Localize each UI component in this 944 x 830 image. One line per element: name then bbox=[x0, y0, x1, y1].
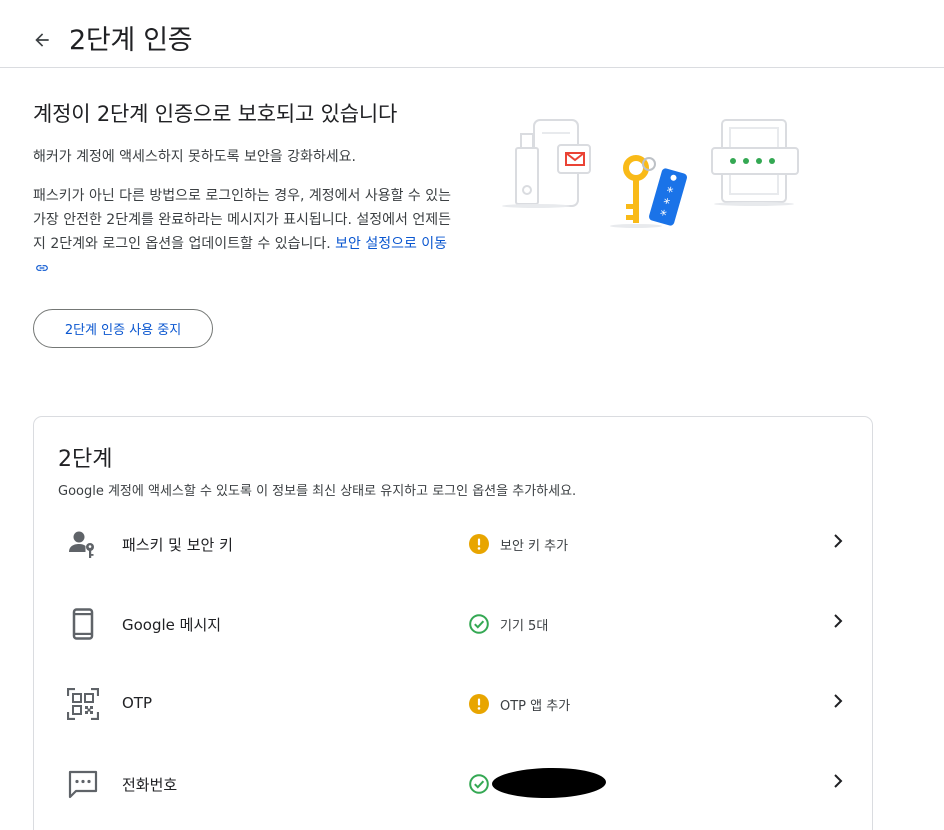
qr-code-icon bbox=[67, 688, 99, 720]
chevron-right-icon bbox=[834, 694, 843, 708]
phone-number-label: 전화번호 bbox=[122, 776, 178, 794]
phone-icon bbox=[72, 608, 94, 640]
google-messages-row[interactable]: Google 메시지 기기 5대 bbox=[34, 585, 872, 665]
check-circle-icon bbox=[469, 774, 489, 794]
passkeys-label: 패스키 및 보안 키 bbox=[122, 536, 233, 554]
check-circle-icon bbox=[469, 614, 489, 634]
back-button[interactable] bbox=[28, 26, 56, 54]
chevron-right-icon bbox=[834, 614, 843, 628]
card-description: Google 계정에 액세스할 수 있도록 이 정보를 최신 상태로 유지하고 … bbox=[58, 484, 577, 499]
otp-label: OTP bbox=[122, 694, 153, 712]
usb-key-illustration bbox=[515, 147, 539, 205]
status-subtitle: 해커가 계정에 액세스하지 못하도록 보안을 강화하세요. bbox=[33, 149, 356, 165]
phone-number-row[interactable]: 전화번호 bbox=[34, 745, 872, 825]
turn-off-2sv-button[interactable]: 2단계 인증 사용 중지 bbox=[33, 309, 213, 348]
passkeys-status: 보안 키 추가 bbox=[500, 539, 569, 554]
status-heading: 계정이 2단계 인증으로 보호되고 있습니다 bbox=[33, 102, 398, 126]
chevron-right-icon bbox=[834, 534, 843, 548]
google-messages-status: 기기 5대 bbox=[500, 619, 549, 634]
google-messages-label: Google 메시지 bbox=[122, 616, 222, 634]
password-tag-illustration: * * * bbox=[649, 168, 687, 226]
warning-icon bbox=[469, 694, 489, 714]
redacted-phone-number bbox=[491, 767, 607, 799]
security-illustration: * * * bbox=[502, 119, 799, 228]
page-title: 2단계 인증 bbox=[69, 25, 193, 56]
back-arrow-icon bbox=[35, 33, 49, 47]
second-steps-card: 2단계 Google 계정에 액세스할 수 있도록 이 정보를 최신 상태로 유… bbox=[33, 416, 873, 830]
status-description: 패스키가 아닌 다른 방법으로 로그인하는 경우, 계정에서 사용할 수 있는 … bbox=[33, 184, 453, 280]
otp-status: OTP 앱 추가 bbox=[500, 699, 571, 714]
top-bar: 2단계 인증 bbox=[0, 0, 944, 68]
card-title: 2단계 bbox=[58, 447, 113, 472]
security-settings-link-label[interactable]: 보안 설정으로 이동 bbox=[335, 236, 447, 252]
otp-row[interactable]: OTP OTP 앱 추가 bbox=[34, 665, 872, 745]
chevron-right-icon bbox=[834, 774, 843, 788]
sms-message-icon bbox=[68, 770, 98, 799]
passkey-person-key-icon bbox=[69, 531, 94, 558]
link-icon bbox=[36, 265, 48, 271]
passkeys-row[interactable]: 패스키 및 보안 키 보안 키 추가 bbox=[34, 505, 872, 585]
warning-icon bbox=[469, 534, 489, 554]
